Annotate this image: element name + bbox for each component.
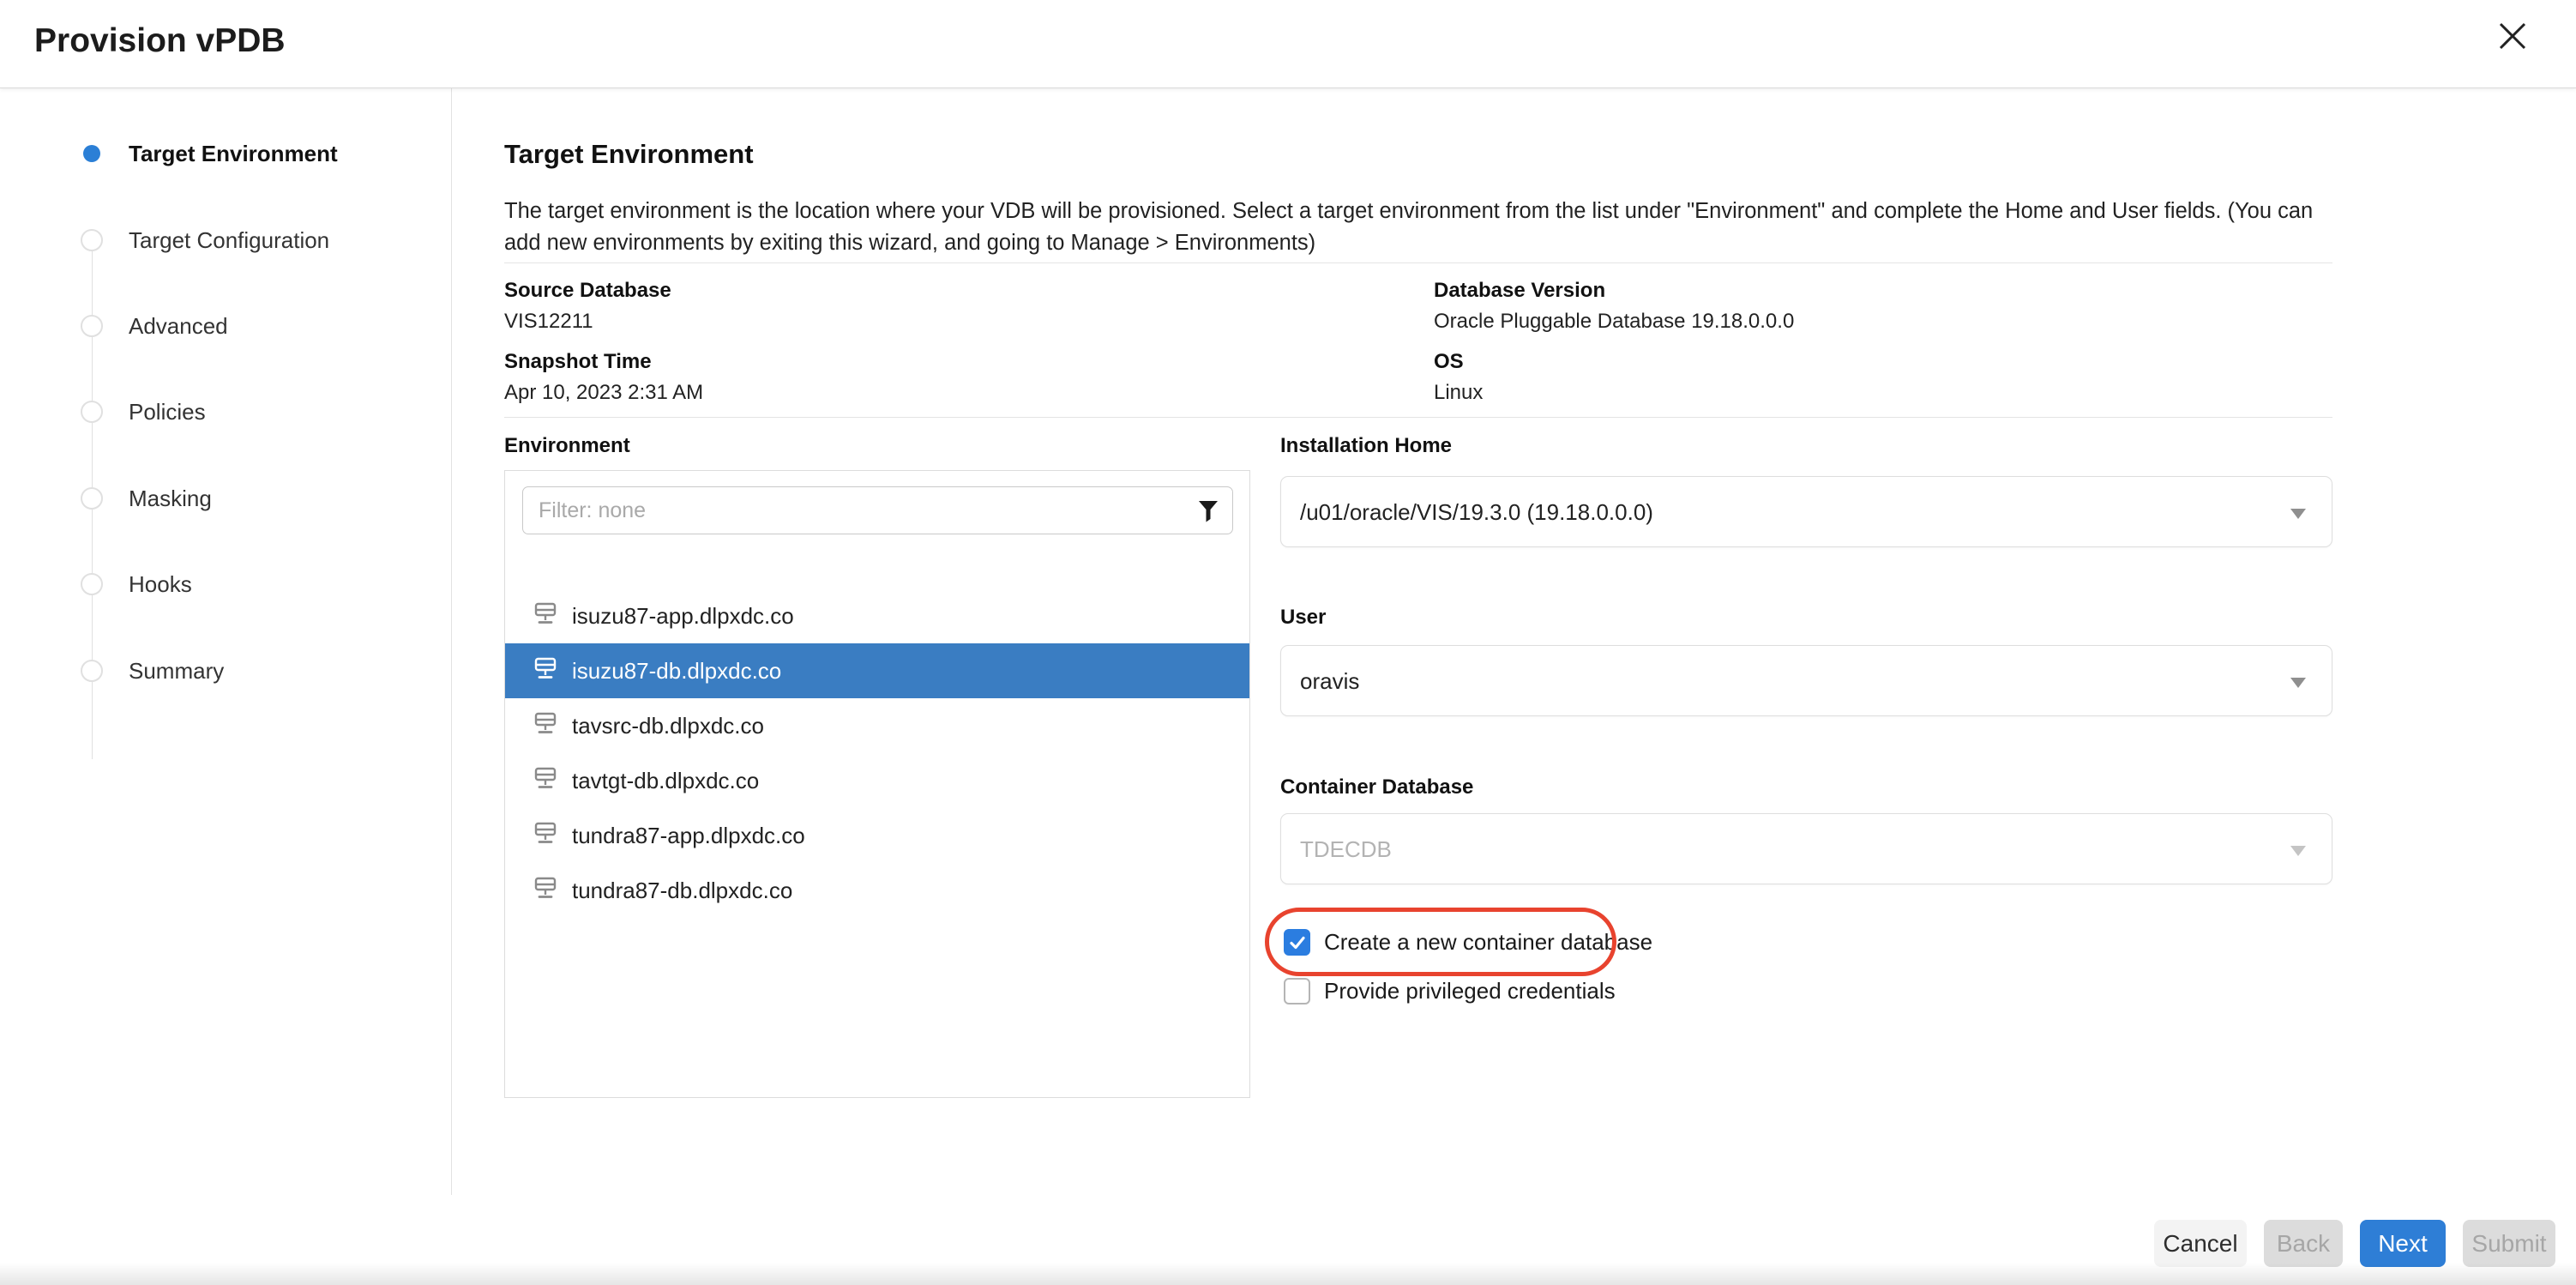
environment-item[interactable]: tundra87-app.dlpxdc.co bbox=[505, 808, 1249, 863]
environment-item[interactable]: tundra87-db.dlpxdc.co bbox=[505, 863, 1249, 918]
step-label: Target Environment bbox=[129, 135, 338, 172]
bottom-edge-shadow bbox=[0, 1263, 2576, 1285]
footer-button-bar: Cancel Back Next Submit bbox=[2154, 1220, 2555, 1267]
chevron-down-icon bbox=[2290, 509, 2306, 519]
page-title: Target Environment bbox=[504, 139, 754, 170]
host-icon bbox=[534, 602, 557, 630]
step-dot bbox=[81, 660, 103, 682]
step-hooks[interactable]: Hooks bbox=[0, 565, 446, 603]
step-dot-active bbox=[83, 145, 100, 162]
step-summary[interactable]: Summary bbox=[0, 652, 446, 690]
step-target-environment[interactable]: Target Environment bbox=[0, 135, 446, 172]
chevron-down-icon bbox=[2290, 846, 2306, 856]
environment-label: Environment bbox=[504, 434, 630, 458]
divider bbox=[504, 262, 2332, 263]
wizard-stepper: Target Environment Target Configuration … bbox=[0, 88, 452, 1195]
info-label: Source Database bbox=[504, 279, 1276, 303]
checkbox-checked-icon bbox=[1284, 929, 1310, 956]
environment-name: isuzu87-db.dlpxdc.co bbox=[572, 658, 781, 685]
host-icon bbox=[534, 822, 557, 850]
step-label: Masking bbox=[129, 480, 212, 517]
info-value: Apr 10, 2023 2:31 AM bbox=[504, 381, 1276, 405]
checkbox-label: Create a new container database bbox=[1324, 929, 1652, 956]
environment-item-selected[interactable]: isuzu87-db.dlpxdc.co bbox=[505, 643, 1249, 698]
step-policies[interactable]: Policies bbox=[0, 393, 446, 431]
info-source-database: Source Database VIS12211 bbox=[504, 279, 1276, 334]
chevron-down-icon bbox=[2290, 678, 2306, 688]
info-snapshot-time: Snapshot Time Apr 10, 2023 2:31 AM bbox=[504, 350, 1276, 405]
user-label: User bbox=[1280, 606, 1326, 630]
user-value: oravis bbox=[1300, 646, 1359, 717]
installation-home-select[interactable]: /u01/oracle/VIS/19.3.0 (19.18.0.0.0) bbox=[1280, 476, 2332, 547]
step-label: Summary bbox=[129, 652, 224, 690]
installation-home-label: Installation Home bbox=[1280, 434, 1452, 458]
environment-item[interactable]: isuzu87-app.dlpxdc.co bbox=[505, 588, 1249, 643]
user-select[interactable]: oravis bbox=[1280, 645, 2332, 716]
step-dot bbox=[81, 229, 103, 251]
environment-item[interactable]: tavsrc-db.dlpxdc.co bbox=[505, 698, 1249, 753]
host-icon bbox=[534, 877, 557, 905]
divider bbox=[504, 417, 2332, 418]
checkbox-unchecked-icon bbox=[1284, 978, 1310, 1004]
info-os: OS Linux bbox=[1434, 350, 2206, 405]
cancel-button[interactable]: Cancel bbox=[2154, 1220, 2247, 1267]
host-icon bbox=[534, 712, 557, 740]
filter-funnel-icon[interactable] bbox=[1197, 499, 1219, 528]
step-label: Policies bbox=[129, 393, 206, 431]
step-label: Advanced bbox=[129, 307, 228, 345]
info-label: Database Version bbox=[1434, 279, 2206, 303]
host-icon bbox=[534, 767, 557, 795]
dialog-title: Provision vPDB bbox=[34, 0, 286, 88]
step-advanced[interactable]: Advanced bbox=[0, 307, 446, 345]
environment-list-panel: isuzu87-app.dlpxdc.co isuzu87-db.dlpxdc.… bbox=[504, 470, 1250, 1098]
environment-name: isuzu87-app.dlpxdc.co bbox=[572, 603, 794, 630]
back-button: Back bbox=[2264, 1220, 2343, 1267]
info-label: Snapshot Time bbox=[504, 350, 1276, 374]
container-database-select: TDECDB bbox=[1280, 813, 2332, 884]
step-dot bbox=[81, 487, 103, 510]
page-description: The target environment is the location w… bbox=[504, 196, 2339, 259]
info-label: OS bbox=[1434, 350, 2206, 374]
step-dot bbox=[81, 401, 103, 423]
container-database-label: Container Database bbox=[1280, 775, 1473, 799]
step-masking[interactable]: Masking bbox=[0, 480, 446, 517]
host-icon bbox=[534, 657, 557, 685]
step-label: Target Configuration bbox=[129, 221, 329, 259]
info-value: Linux bbox=[1434, 381, 2206, 405]
next-button[interactable]: Next bbox=[2360, 1220, 2446, 1267]
environment-name: tundra87-app.dlpxdc.co bbox=[572, 823, 805, 849]
info-value: Oracle Pluggable Database 19.18.0.0.0 bbox=[1434, 310, 2206, 334]
checkbox-label: Provide privileged credentials bbox=[1324, 978, 1616, 1004]
close-icon[interactable] bbox=[2490, 14, 2535, 58]
container-database-value: TDECDB bbox=[1300, 814, 1392, 885]
step-dot bbox=[81, 573, 103, 595]
environment-item[interactable]: tavtgt-db.dlpxdc.co bbox=[505, 753, 1249, 808]
dialog-header: Provision vPDB bbox=[0, 0, 2576, 88]
provide-privileged-credentials-checkbox[interactable]: Provide privileged credentials bbox=[1284, 978, 1616, 1004]
environment-name: tavsrc-db.dlpxdc.co bbox=[572, 713, 764, 739]
environment-filter-input[interactable] bbox=[522, 486, 1233, 534]
step-dot bbox=[81, 315, 103, 337]
submit-button: Submit bbox=[2463, 1220, 2555, 1267]
info-value: VIS12211 bbox=[504, 310, 1276, 334]
installation-home-value: /u01/oracle/VIS/19.3.0 (19.18.0.0.0) bbox=[1300, 477, 1653, 548]
create-new-container-db-checkbox[interactable]: Create a new container database bbox=[1284, 929, 1652, 956]
step-target-configuration[interactable]: Target Configuration bbox=[0, 221, 446, 259]
environment-name: tavtgt-db.dlpxdc.co bbox=[572, 768, 759, 794]
info-database-version: Database Version Oracle Pluggable Databa… bbox=[1434, 279, 2206, 334]
step-label: Hooks bbox=[129, 565, 192, 603]
environment-name: tundra87-db.dlpxdc.co bbox=[572, 878, 792, 904]
